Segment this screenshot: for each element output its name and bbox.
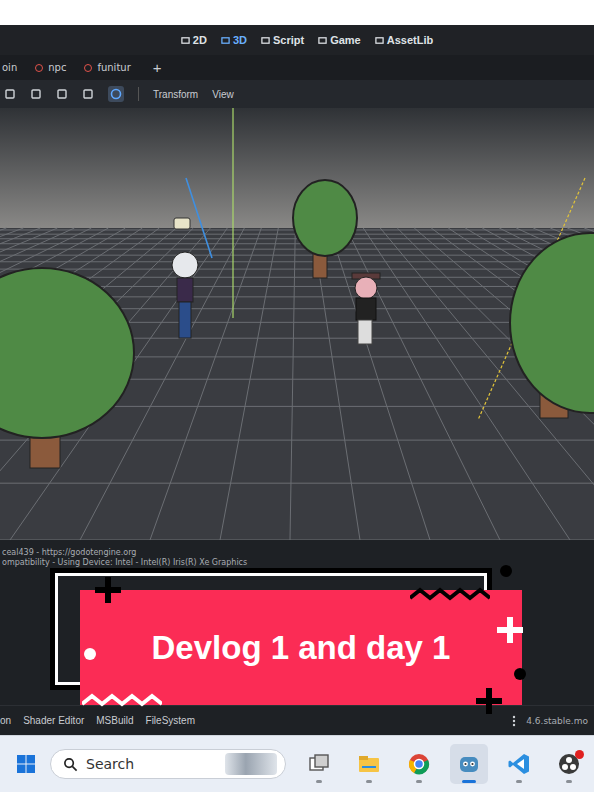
bottom-tab[interactable]: Shader Editor (23, 715, 84, 726)
tree-icon (293, 180, 357, 278)
decor-dot (514, 668, 526, 680)
tree-icon (510, 233, 594, 418)
workspace-icon (181, 36, 190, 45)
scene-circle-icon (35, 64, 43, 72)
scene-render (0, 108, 594, 540)
bottom-tab[interactable]: FileSystem (146, 715, 195, 726)
bottom-tab[interactable]: on (0, 715, 11, 726)
more-icon[interactable] (512, 715, 516, 727)
running-indicator (316, 780, 322, 783)
vscode-icon (507, 752, 531, 776)
task-view-icon (307, 752, 331, 776)
toolbar-menu[interactable]: View (212, 89, 234, 100)
main-tab[interactable]: Game (316, 32, 363, 48)
godot-icon (457, 752, 481, 776)
workspace-icon (375, 36, 384, 45)
file-explorer-icon (357, 752, 381, 776)
zigzag-mark (410, 586, 490, 602)
devlog-title: Devlog 1 and day 1 (152, 629, 451, 667)
tool-icon[interactable] (4, 88, 16, 100)
decor-dot (84, 648, 96, 660)
output-panel: ceal439 - https://godotengine.orgompatib… (0, 540, 594, 705)
decor-dot (500, 565, 512, 577)
scene-circle-icon (84, 64, 92, 72)
workspace-icon (318, 36, 327, 45)
tool-icon[interactable] (56, 88, 68, 100)
taskbar-app[interactable] (300, 744, 338, 784)
running-indicator (416, 780, 422, 783)
tree-icon (0, 268, 134, 468)
version-label: 4.6.stable.mo (512, 715, 588, 727)
workspace-icon (221, 36, 230, 45)
camera-icon (174, 218, 190, 229)
bottom-panel-tabs: on Shader Editor MSBuild FileSystem 4.6.sta… (0, 705, 594, 735)
tool-icon[interactable] (108, 86, 124, 102)
viewport-toolbar: Transform View (0, 80, 594, 108)
main-tab[interactable]: AssetLib (373, 32, 435, 48)
toolbar-separator (138, 87, 139, 101)
plus-mark (476, 688, 502, 714)
scene-tabs: oin npc funitur + (0, 55, 594, 80)
search-icon (63, 757, 78, 772)
screen: 2D 3D Script Game AssetLib oin npc funit… (0, 0, 594, 792)
main-tab[interactable]: 3D (219, 32, 249, 48)
character-icon (352, 273, 380, 344)
taskbar-app[interactable] (500, 744, 538, 784)
output-line: ceal439 - https://godotengine.org (0, 548, 594, 558)
scene-tab[interactable]: funitur (84, 62, 130, 73)
main-tab[interactable]: Script (259, 32, 306, 48)
notification-badge (575, 750, 584, 759)
scene-tab[interactable]: oin (2, 62, 17, 73)
windows-start-icon[interactable] (16, 754, 36, 774)
main-tab[interactable]: 2D (179, 32, 209, 48)
bottom-tab[interactable]: MSBuild (96, 715, 133, 726)
taskbar-app[interactable] (400, 744, 438, 784)
add-tab-button[interactable]: + (149, 59, 166, 76)
workspace-icon (261, 36, 270, 45)
character-icon (172, 252, 198, 338)
taskbar-app[interactable] (450, 744, 488, 784)
search-box[interactable]: Search (50, 749, 286, 779)
running-indicator (366, 780, 372, 783)
plus-mark (95, 577, 121, 603)
main-bar: 2D 3D Script Game AssetLib (0, 25, 594, 55)
chrome-icon (407, 752, 431, 776)
running-indicator (516, 780, 522, 783)
taskbar: Search (0, 735, 594, 792)
window-top-strip (0, 0, 594, 25)
running-indicator (462, 780, 476, 783)
search-highlight-image (225, 753, 277, 775)
toolbar-menu[interactable]: Transform (153, 89, 198, 100)
plus-mark (497, 617, 523, 643)
tool-icon[interactable] (30, 88, 42, 100)
3d-viewport[interactable] (0, 108, 594, 540)
scene-tab[interactable]: npc (35, 62, 66, 73)
tool-icon[interactable] (82, 88, 94, 100)
taskbar-app[interactable] (350, 744, 388, 784)
running-indicator (566, 780, 572, 783)
zigzag-mark (82, 692, 162, 708)
devlog-banner: Devlog 1 and day 1 (80, 590, 522, 705)
taskbar-app[interactable] (550, 744, 588, 784)
